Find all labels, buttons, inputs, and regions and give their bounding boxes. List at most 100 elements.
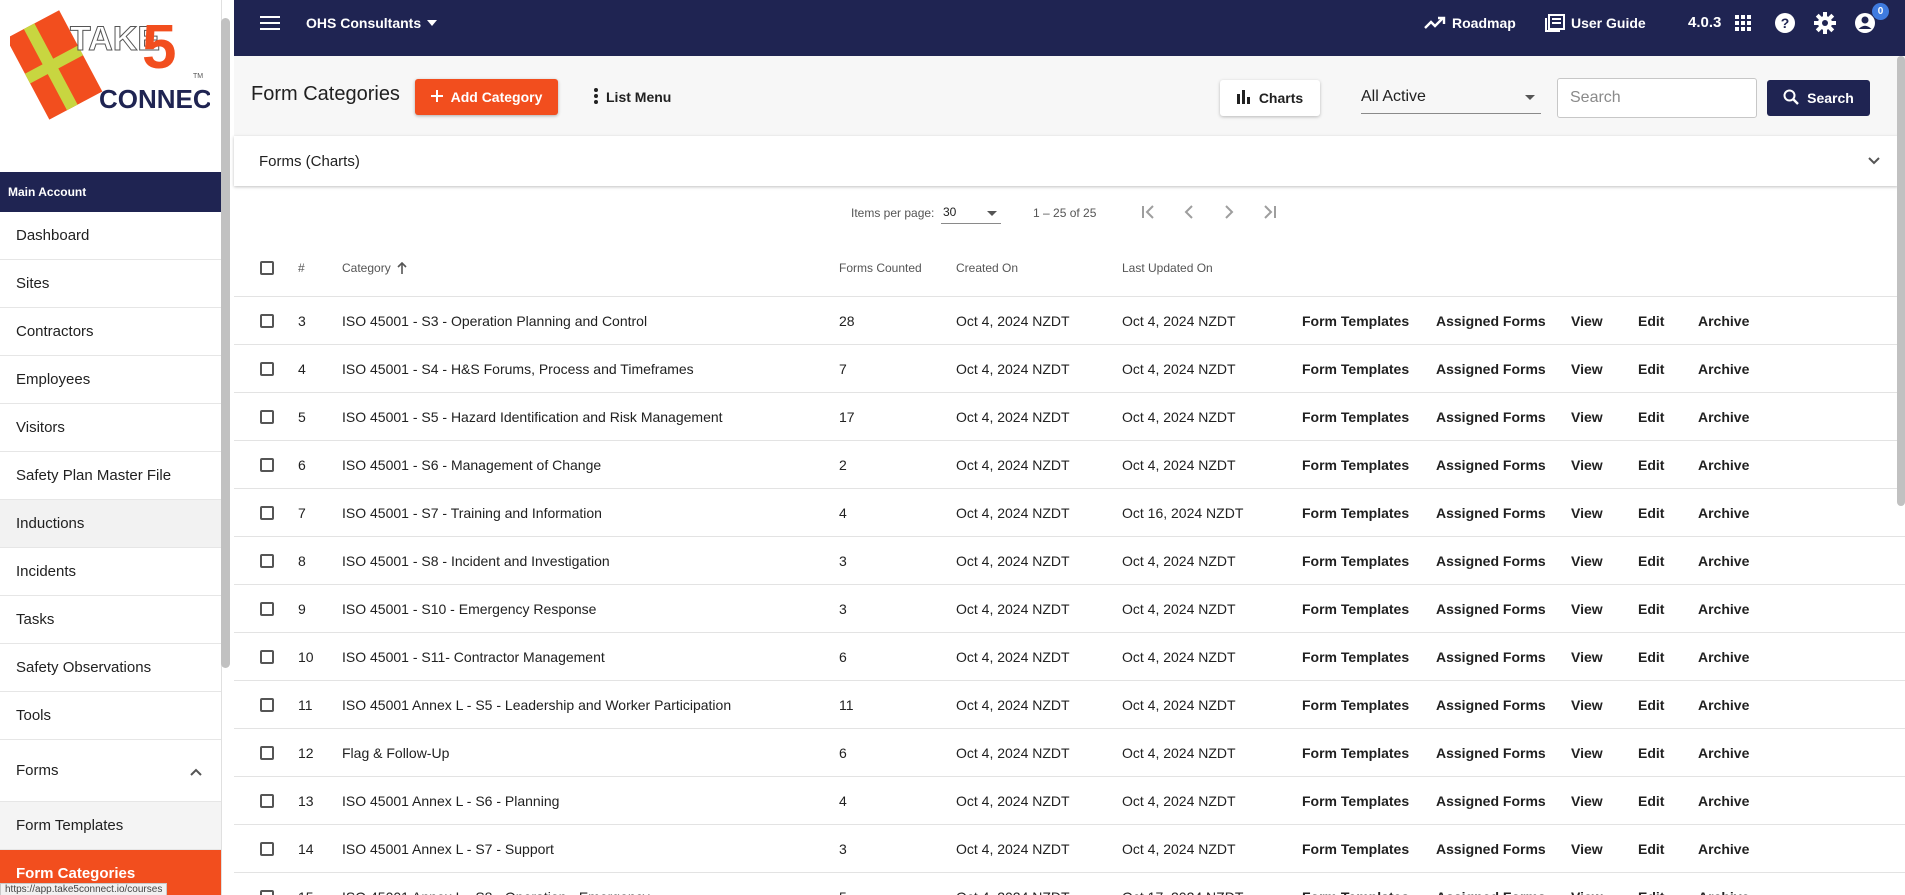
help-button[interactable]: ? [1774,0,1796,46]
row-checkbox[interactable] [260,393,274,440]
sidebar-item-incidents[interactable]: Incidents [0,548,221,596]
items-per-page-select[interactable]: 30 [941,202,1001,224]
sidebar-item-safety-plan-master-file[interactable]: Safety Plan Master File [0,452,221,500]
edit-button[interactable]: Edit [1638,729,1664,776]
view-button[interactable]: View [1571,297,1603,344]
archive-button[interactable]: Archive [1698,873,1749,895]
view-button[interactable]: View [1571,441,1603,488]
sidebar-item-visitors[interactable]: Visitors [0,404,221,452]
view-button[interactable]: View [1571,681,1603,728]
form-templates-button[interactable]: Form Templates [1302,585,1409,632]
form-templates-button[interactable]: Form Templates [1302,537,1409,584]
sidebar-item-sites[interactable]: Sites [0,260,221,308]
charts-button[interactable]: Charts [1220,80,1320,116]
archive-button[interactable]: Archive [1698,297,1749,344]
roadmap-link[interactable]: Roadmap [1424,0,1516,46]
view-button[interactable]: View [1571,345,1603,392]
sidebar-item-tasks[interactable]: Tasks [0,596,221,644]
assigned-forms-button[interactable]: Assigned Forms [1436,681,1546,728]
form-templates-button[interactable]: Form Templates [1302,489,1409,536]
row-checkbox[interactable] [260,345,274,392]
table-row[interactable]: 7 ISO 45001 - S7 - Training and Informati… [234,489,1905,537]
table-row[interactable]: 14 ISO 45001 Annex L - S7 - Support 3 Oct 4… [234,825,1905,873]
sidebar-item-inductions[interactable]: Inductions [0,500,221,548]
archive-button[interactable]: Archive [1698,393,1749,440]
archive-button[interactable]: Archive [1698,729,1749,776]
table-row[interactable]: 15 ISO 45001 Annex L - S8 - Operation - E… [234,873,1905,895]
forms-charts-panel[interactable]: Forms (Charts) [234,136,1898,186]
view-button[interactable]: View [1571,585,1603,632]
edit-button[interactable]: Edit [1638,873,1664,895]
table-row[interactable]: 3 ISO 45001 - S3 - Operation Planning and… [234,297,1905,345]
sidebar-item-employees[interactable]: Employees [0,356,221,404]
archive-button[interactable]: Archive [1698,585,1749,632]
table-row[interactable]: 5 ISO 45001 - S5 - Hazard Identification … [234,393,1905,441]
header-forms-counted[interactable]: Forms Counted [839,240,922,296]
table-row[interactable]: 13 ISO 45001 Annex L - S6 - Planning 4 Oct … [234,777,1905,825]
table-row[interactable]: 9 ISO 45001 - S10 - Emergency Response 3 Oc… [234,585,1905,633]
archive-button[interactable]: Archive [1698,777,1749,824]
assigned-forms-button[interactable]: Assigned Forms [1436,297,1546,344]
row-checkbox[interactable] [260,873,274,895]
header-created-on[interactable]: Created On [956,240,1018,296]
account-button[interactable]: 0 [1854,0,1889,46]
page-scrollbar[interactable] [1897,56,1905,506]
edit-button[interactable]: Edit [1638,489,1664,536]
assigned-forms-button[interactable]: Assigned Forms [1436,537,1546,584]
assigned-forms-button[interactable]: Assigned Forms [1436,729,1546,776]
view-button[interactable]: View [1571,777,1603,824]
form-templates-button[interactable]: Form Templates [1302,345,1409,392]
row-checkbox[interactable] [260,777,274,824]
apps-button[interactable] [1735,0,1751,46]
edit-button[interactable]: Edit [1638,633,1664,680]
form-templates-button[interactable]: Form Templates [1302,393,1409,440]
assigned-forms-button[interactable]: Assigned Forms [1436,441,1546,488]
next-page-icon[interactable] [1219,202,1239,222]
assigned-forms-button[interactable]: Assigned Forms [1436,825,1546,872]
assigned-forms-button[interactable]: Assigned Forms [1436,345,1546,392]
previous-page-icon[interactable] [1179,202,1199,222]
edit-button[interactable]: Edit [1638,585,1664,632]
sidebar-item-dashboard[interactable]: Dashboard [0,212,221,260]
main-account-header[interactable]: Main Account [0,172,221,212]
select-all-checkbox[interactable] [260,240,274,296]
form-templates-button[interactable]: Form Templates [1302,297,1409,344]
row-checkbox[interactable] [260,633,274,680]
edit-button[interactable]: Edit [1638,825,1664,872]
search-button[interactable]: Search [1767,80,1870,116]
edit-button[interactable]: Edit [1638,681,1664,728]
archive-button[interactable]: Archive [1698,345,1749,392]
form-templates-button[interactable]: Form Templates [1302,777,1409,824]
row-checkbox[interactable] [260,537,274,584]
sidebar-scrollbar[interactable] [221,18,230,668]
view-button[interactable]: View [1571,633,1603,680]
header-last-updated-on[interactable]: Last Updated On [1122,240,1213,296]
search-input[interactable] [1557,78,1757,118]
view-button[interactable]: View [1571,489,1603,536]
status-filter-select[interactable]: All Active [1361,80,1541,114]
view-button[interactable]: View [1571,537,1603,584]
form-templates-button[interactable]: Form Templates [1302,729,1409,776]
sidebar-item-safety-observations[interactable]: Safety Observations [0,644,221,692]
archive-button[interactable]: Archive [1698,441,1749,488]
form-templates-button[interactable]: Form Templates [1302,873,1409,895]
form-templates-button[interactable]: Form Templates [1302,633,1409,680]
assigned-forms-button[interactable]: Assigned Forms [1436,633,1546,680]
archive-button[interactable]: Archive [1698,825,1749,872]
edit-button[interactable]: Edit [1638,345,1664,392]
sidebar-item-tools[interactable]: Tools [0,692,221,740]
first-page-icon[interactable] [1139,202,1159,222]
row-checkbox[interactable] [260,441,274,488]
view-button[interactable]: View [1571,873,1603,895]
row-checkbox[interactable] [260,489,274,536]
sidebar-item-forms[interactable]: Forms [0,740,221,802]
table-row[interactable]: 12 Flag & Follow-Up 6 Oct 4, 2024 NZDT Oct 4… [234,729,1905,777]
row-checkbox[interactable] [260,585,274,632]
take5-connect-logo[interactable]: TAKE 5 CONNECT TM [6,0,221,130]
archive-button[interactable]: Archive [1698,537,1749,584]
edit-button[interactable]: Edit [1638,297,1664,344]
row-checkbox[interactable] [260,681,274,728]
row-checkbox[interactable] [260,825,274,872]
edit-button[interactable]: Edit [1638,393,1664,440]
add-category-button[interactable]: Add Category [415,79,558,115]
